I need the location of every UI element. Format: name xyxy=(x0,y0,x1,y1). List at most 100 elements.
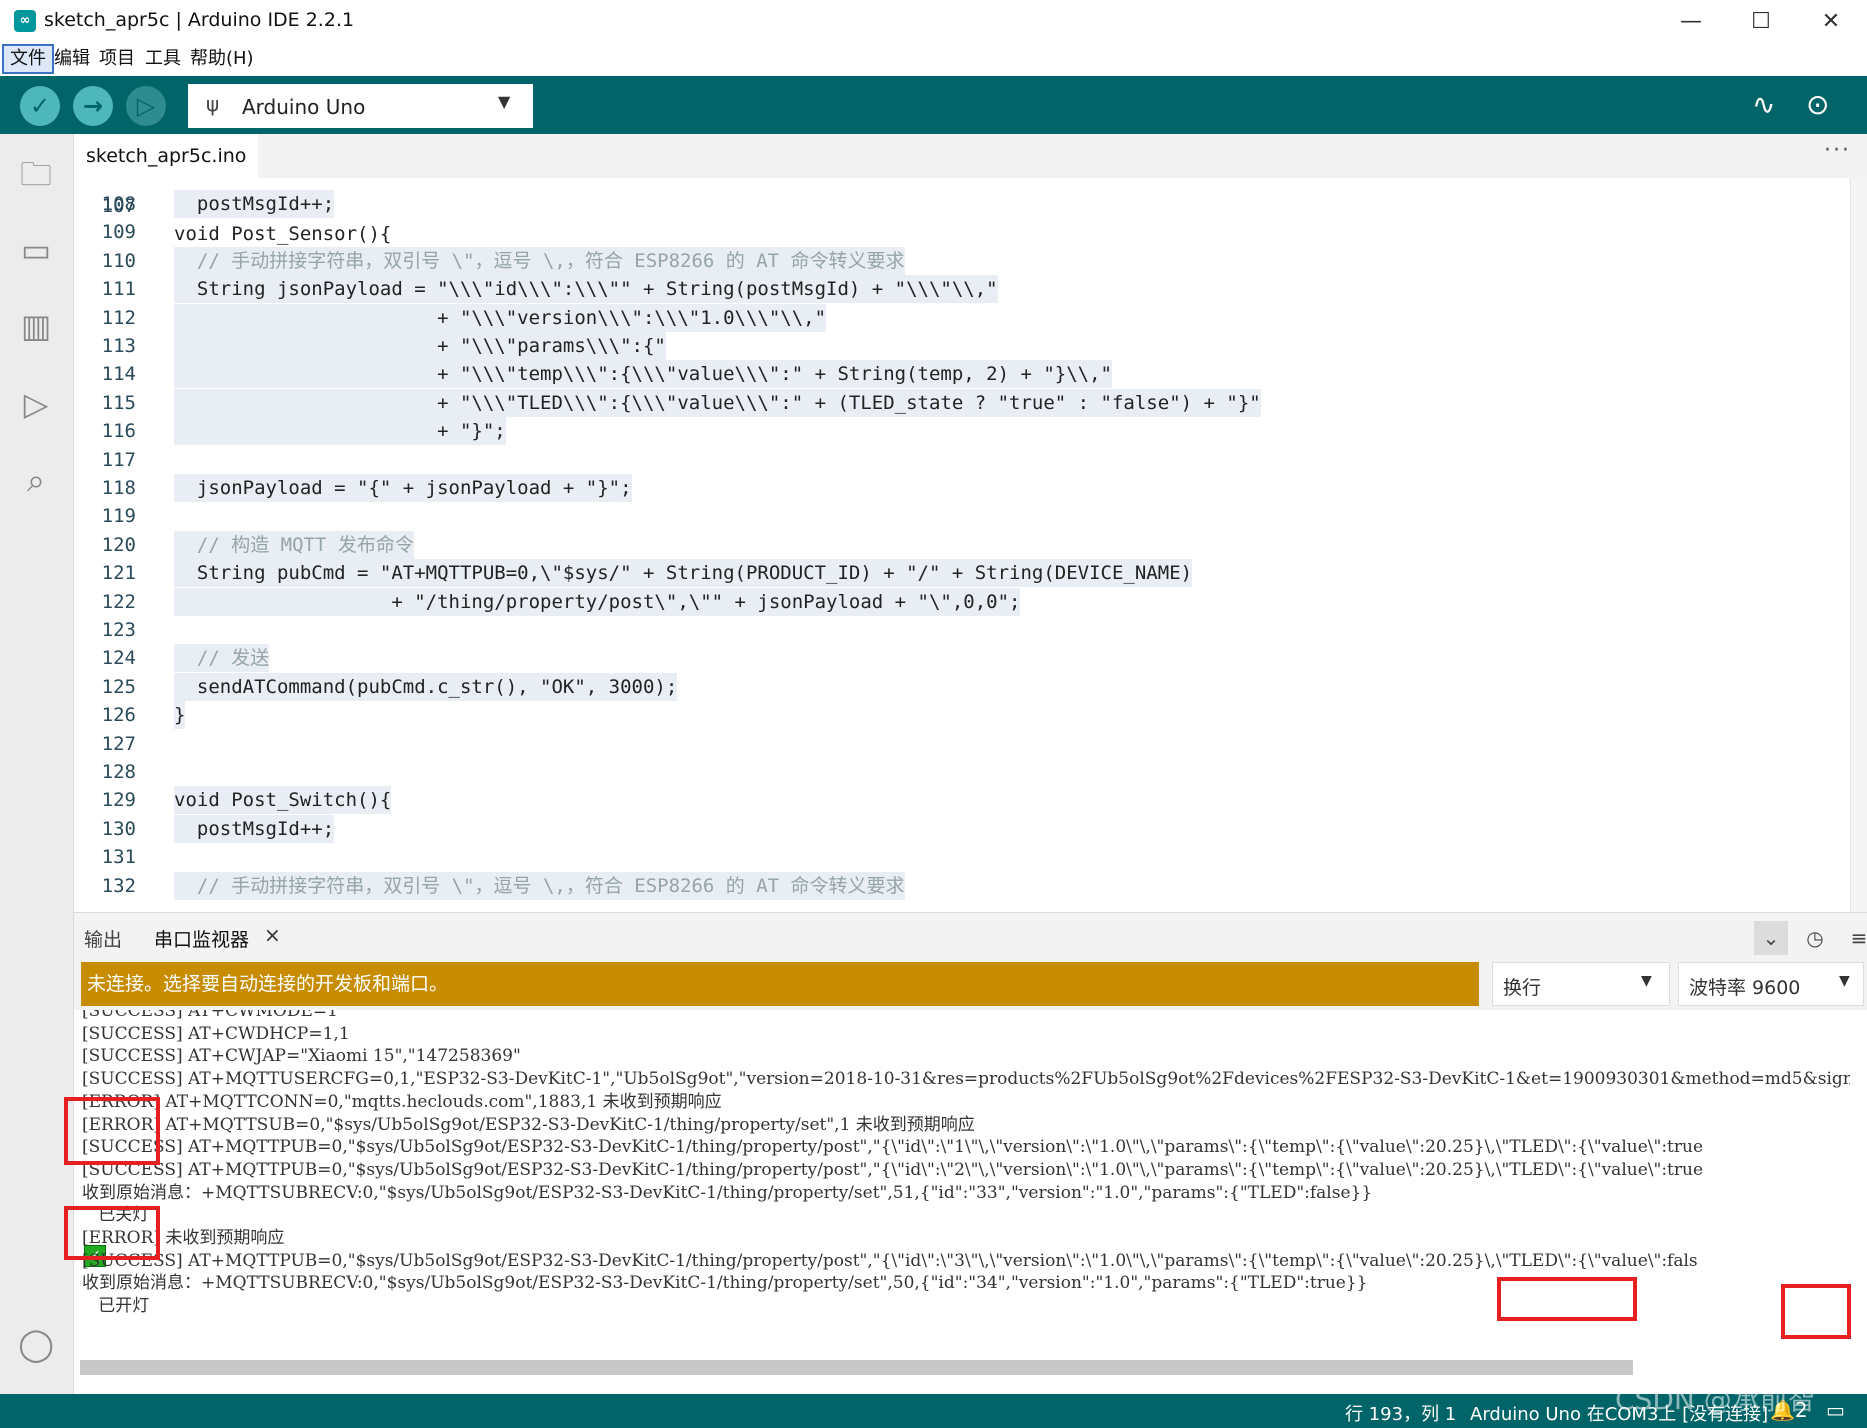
verify-button[interactable]: ✓ xyxy=(20,86,60,126)
chevron-down-icon: ▼ xyxy=(1839,973,1850,989)
debug-icon[interactable]: ▷ xyxy=(16,384,56,424)
editor-tab-bar: sketch_apr5c.ino ··· xyxy=(74,134,1867,179)
code-text: sendATCommand(pubCmd.c_str(), "OK", 3000… xyxy=(174,672,678,701)
account-icon[interactable]: ◯ xyxy=(16,1324,56,1364)
tab-sketch-file[interactable]: sketch_apr5c.ino xyxy=(74,134,259,178)
chevron-down-icon: ▼ xyxy=(498,92,511,111)
line-number: 130 xyxy=(101,817,136,840)
debug-button[interactable]: ▷ xyxy=(126,86,166,126)
clock-icon[interactable]: ◷ xyxy=(1798,921,1832,955)
serial-line: 收到原始消息：+MQTTSUBRECV:0,"$sys/Ub5olSg9ot/E… xyxy=(82,1182,1373,1203)
code-line: 131 xyxy=(74,843,1850,871)
window-title: sketch_apr5c | Arduino IDE 2.2.1 xyxy=(44,9,355,31)
code-line: 109 xyxy=(74,218,1850,246)
close-icon[interactable]: × xyxy=(264,923,281,947)
code-line: 111 String jsonPayload = "\\\"id\\\":\\\… xyxy=(74,275,1850,304)
line-number: 126 xyxy=(101,704,136,727)
upload-button[interactable]: → xyxy=(73,86,113,126)
menu-file[interactable]: 文件 xyxy=(2,44,54,74)
code-line: 115 + "\\\"TLED\\\":{\\\"value\\\":" + (… xyxy=(74,388,1850,417)
search-icon[interactable]: ⌕ xyxy=(16,460,56,500)
code-line: 118 jsonPayload = "{" + jsonPayload + "}… xyxy=(74,474,1850,502)
code-line: 121 String pubCmd = "AT+MQTTPUB=0,\"$sys… xyxy=(74,559,1850,588)
baud-rate-select[interactable]: 波特率 9600 ▼ xyxy=(1678,962,1864,1006)
code-text: + "/thing/property/post\",\"" + jsonPayl… xyxy=(174,587,1021,616)
line-number: 110 xyxy=(101,249,136,272)
usb-icon: ψ xyxy=(206,92,220,116)
line-number: 129 xyxy=(101,789,136,812)
line-number: 121 xyxy=(101,562,136,585)
line-number: 120 xyxy=(101,533,136,556)
serial-monitor-icon[interactable]: ⊙ xyxy=(1806,88,1829,121)
horizontal-scrollbar[interactable] xyxy=(80,1360,1633,1375)
line-ending-value: 换行 xyxy=(1503,977,1542,999)
maximize-icon[interactable]: ☐ xyxy=(1726,0,1796,44)
error-highlight-box xyxy=(64,1206,160,1260)
status-bar: 行 193，列 1 Arduino Uno 在COM3上 [没有连接] 🔔2 ▭ xyxy=(0,1394,1867,1428)
code-line: 120 // 构造 MQTT 发布命令 xyxy=(74,530,1850,559)
value-highlight-box xyxy=(1781,1284,1851,1339)
code-text: // 手动拼接字符串，双引号 \"，逗号 \,，符合 ESP8266 的 AT … xyxy=(174,871,905,900)
code-text: + "}"; xyxy=(174,417,506,446)
line-number: 117 xyxy=(101,448,136,471)
code-text: + "\\\"temp\\\":{\\\"value\\\":" + Strin… xyxy=(174,360,1112,389)
error-highlight-box xyxy=(64,1097,160,1165)
not-connected-notice: 未连接。选择要自动连接的开发板和端口。 xyxy=(81,962,1479,1006)
cursor-position: 行 193，列 1 xyxy=(1345,1404,1457,1425)
serial-toolbar: 未连接。选择要自动连接的开发板和端口。 换行 ▼ 波特率 9600 ▼ xyxy=(74,962,1867,1010)
code-line: 117 xyxy=(74,446,1850,474)
code-line: 122 + "/thing/property/post\",\"" + json… xyxy=(74,587,1850,616)
code-line: 116 + "}"; xyxy=(74,417,1850,446)
code-text: + "\\\"version\\\":\\\"1.0\\\"\\," xyxy=(174,303,827,332)
tab-output[interactable]: 输出 xyxy=(84,925,122,952)
minimize-icon[interactable]: — xyxy=(1656,0,1726,44)
line-number: 125 xyxy=(101,675,136,698)
code-line: 124 // 发送 xyxy=(74,644,1850,673)
line-number: 118 xyxy=(101,477,136,499)
code-line: 126} xyxy=(74,701,1850,730)
tab-serial-monitor[interactable]: 串口监视器 xyxy=(154,925,249,952)
board-name: Arduino Uno xyxy=(242,95,366,119)
board-manager-icon[interactable]: ▭ xyxy=(16,230,56,270)
menu-project[interactable]: 项目 xyxy=(93,46,141,72)
code-line: 123 xyxy=(74,616,1850,644)
toggle-panel-icon[interactable]: ▭ xyxy=(1826,1398,1845,1422)
line-ending-select[interactable]: 换行 ▼ xyxy=(1492,962,1670,1006)
menu-edit[interactable]: 编辑 xyxy=(48,46,96,72)
code-editor[interactable]: 107 void Post_Sensor(){ 108 postMsgId++;… xyxy=(74,178,1850,912)
serial-plotter-icon[interactable]: ∿ xyxy=(1752,88,1775,121)
code-text: postMsgId++; xyxy=(174,190,335,218)
line-number: 111 xyxy=(101,278,136,301)
menu-tools[interactable]: 工具 xyxy=(139,46,187,72)
code-line: 114 + "\\\"temp\\\":{\\\"value\\\":" + S… xyxy=(74,360,1850,389)
line-number: 123 xyxy=(101,619,136,641)
board-selector[interactable]: ψ Arduino Uno ▼ xyxy=(188,84,533,128)
code-text: String jsonPayload = "\\\"id\\\":\\\"" +… xyxy=(174,275,998,304)
code-text: } xyxy=(174,701,186,730)
close-icon[interactable]: ✕ xyxy=(1796,0,1866,44)
menu-help[interactable]: 帮助(H) xyxy=(184,46,260,72)
code-text: + "\\\"params\\\":{" xyxy=(174,332,666,360)
chevron-down-icon: ▼ xyxy=(1641,973,1652,989)
editor-scrollbar[interactable] xyxy=(1850,178,1867,912)
line-number: 114 xyxy=(101,363,136,386)
title-bar: ∞ sketch_apr5c | Arduino IDE 2.2.1 — ☐ ✕ xyxy=(0,0,1867,44)
code-text: void Post_Switch(){ xyxy=(174,786,392,815)
line-number: 131 xyxy=(101,846,136,869)
line-number: 119 xyxy=(101,505,136,528)
library-icon[interactable]: ▥ xyxy=(16,306,56,346)
line-number: 122 xyxy=(101,590,136,613)
clear-output-icon[interactable]: ≡ xyxy=(1842,921,1867,955)
code-line: 125 sendATCommand(pubCmd.c_str(), "OK", … xyxy=(74,672,1850,701)
serial-line: 收到原始消息：+MQTTSUBRECV:0,"$sys/Ub5olSg9ot/E… xyxy=(82,1273,1368,1294)
watermark: CSDN @承前智 xyxy=(1615,1383,1816,1416)
code-text: String pubCmd = "AT+MQTTPUB=0,\"$sys/" +… xyxy=(174,559,1193,588)
autoscroll-icon[interactable]: ⌄ xyxy=(1754,921,1788,955)
code-line: 119 xyxy=(74,502,1850,530)
more-icon[interactable]: ··· xyxy=(1824,138,1851,163)
baud-rate-value: 波特率 9600 xyxy=(1689,977,1801,999)
folder-icon[interactable]: 🗀 xyxy=(16,154,56,194)
code-text: // 发送 xyxy=(174,644,270,673)
code-line: 112 + "\\\"version\\\":\\\"1.0\\\"\\," xyxy=(74,303,1850,332)
check-icon: ✓ xyxy=(29,92,51,120)
